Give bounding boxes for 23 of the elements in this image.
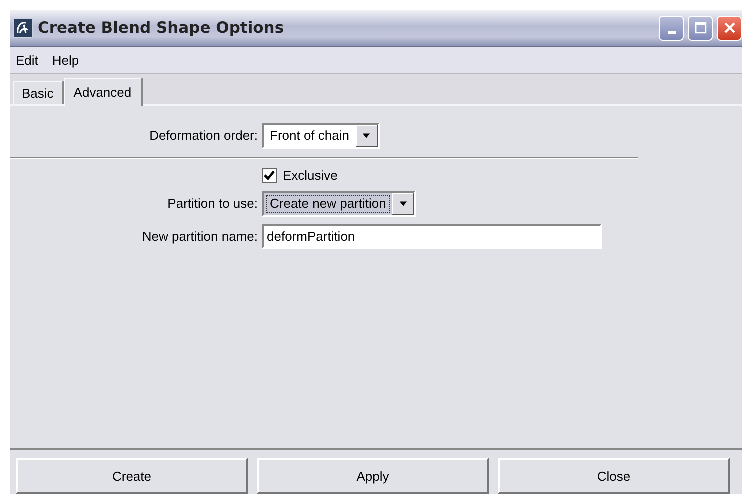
dropdown-arrow-icon [398,200,408,206]
checkbox-label: Exclusive [283,168,338,182]
dropdown-arrow-icon [362,132,371,138]
minimize-icon [668,31,676,34]
minimize-button[interactable] [659,16,684,40]
menu-item[interactable]: Help [52,52,80,68]
menu-item[interactable]: Edit [16,52,38,68]
window-title: Create Blend Shape Options [38,19,286,37]
deformation-order-dropdown[interactable]: Front of chain [262,122,380,148]
field-label: Partition to use: [166,196,259,211]
tab[interactable]: Basic [13,81,64,104]
tab[interactable]: Advanced [64,78,143,106]
dialog-button[interactable]: Apply [257,458,489,494]
dialog-button[interactable]: Create [16,458,248,494]
partition-name-field[interactable]: deformPartition [262,224,602,249]
maximize-button[interactable] [688,16,713,40]
checkbox[interactable] [262,168,277,182]
close-button[interactable] [717,16,742,40]
dialog-button[interactable]: Close [498,458,730,494]
app-icon [13,18,33,38]
field-label: New partition name: [141,229,259,244]
field-label: Deformation order: [148,128,259,143]
partition-dropdown[interactable]: Create new partition [262,190,416,216]
